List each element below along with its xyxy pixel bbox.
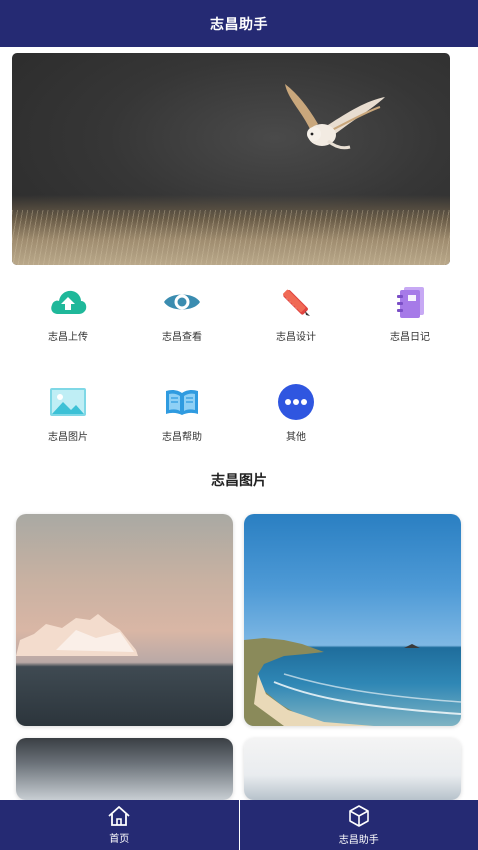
gallery-photo-iceberg[interactable]: [16, 514, 233, 726]
tab-label: 志昌助手: [338, 835, 379, 846]
gallery-photo-sea[interactable]: [244, 738, 461, 800]
banner-image[interactable]: [12, 53, 450, 265]
menu-item-view[interactable]: 志昌查看: [125, 282, 239, 352]
gallery-title: 志昌图片: [211, 472, 267, 488]
book-icon: [162, 382, 202, 422]
notebook-icon: [390, 282, 430, 322]
eye-icon: [162, 282, 202, 322]
menu-item-label: 志昌日记: [390, 332, 430, 343]
gallery-photo-coast[interactable]: [244, 514, 461, 726]
menu-item-label: 志昌帮助: [162, 432, 202, 443]
gallery-photo-forest[interactable]: [16, 738, 233, 800]
more-icon: [276, 382, 316, 422]
menu-item-label: 志昌图片: [48, 432, 88, 443]
tab-label: 首页: [109, 834, 130, 845]
menu-item-diary[interactable]: 志昌日记: [353, 282, 467, 352]
menu-item-help[interactable]: 志昌帮助: [125, 382, 239, 452]
menu-item-label: 其他: [286, 432, 306, 443]
menu-item-upload[interactable]: 志昌上传: [11, 282, 125, 352]
menu-item-other[interactable]: 其他: [239, 382, 353, 452]
home-icon: [108, 806, 130, 826]
menu-item-label: 志昌查看: [162, 332, 202, 343]
page-title: 志昌助手: [210, 15, 268, 32]
top-bar: 志昌助手: [0, 0, 478, 47]
tab-assistant[interactable]: 志昌助手: [240, 800, 478, 850]
cube-icon: [348, 805, 369, 827]
design-tools-icon: [276, 282, 316, 322]
menu-item-label: 志昌设计: [276, 332, 316, 343]
menu-item-label: 志昌上传: [48, 332, 88, 343]
menu-item-design[interactable]: 志昌设计: [239, 282, 353, 352]
bottom-tab-bar: 首页 志昌助手: [0, 800, 478, 850]
owl-image: [285, 84, 385, 150]
picture-icon: [48, 382, 88, 422]
upload-cloud-icon: [48, 282, 88, 322]
menu-item-pictures[interactable]: 志昌图片: [11, 382, 125, 452]
tab-home[interactable]: 首页: [0, 800, 240, 850]
